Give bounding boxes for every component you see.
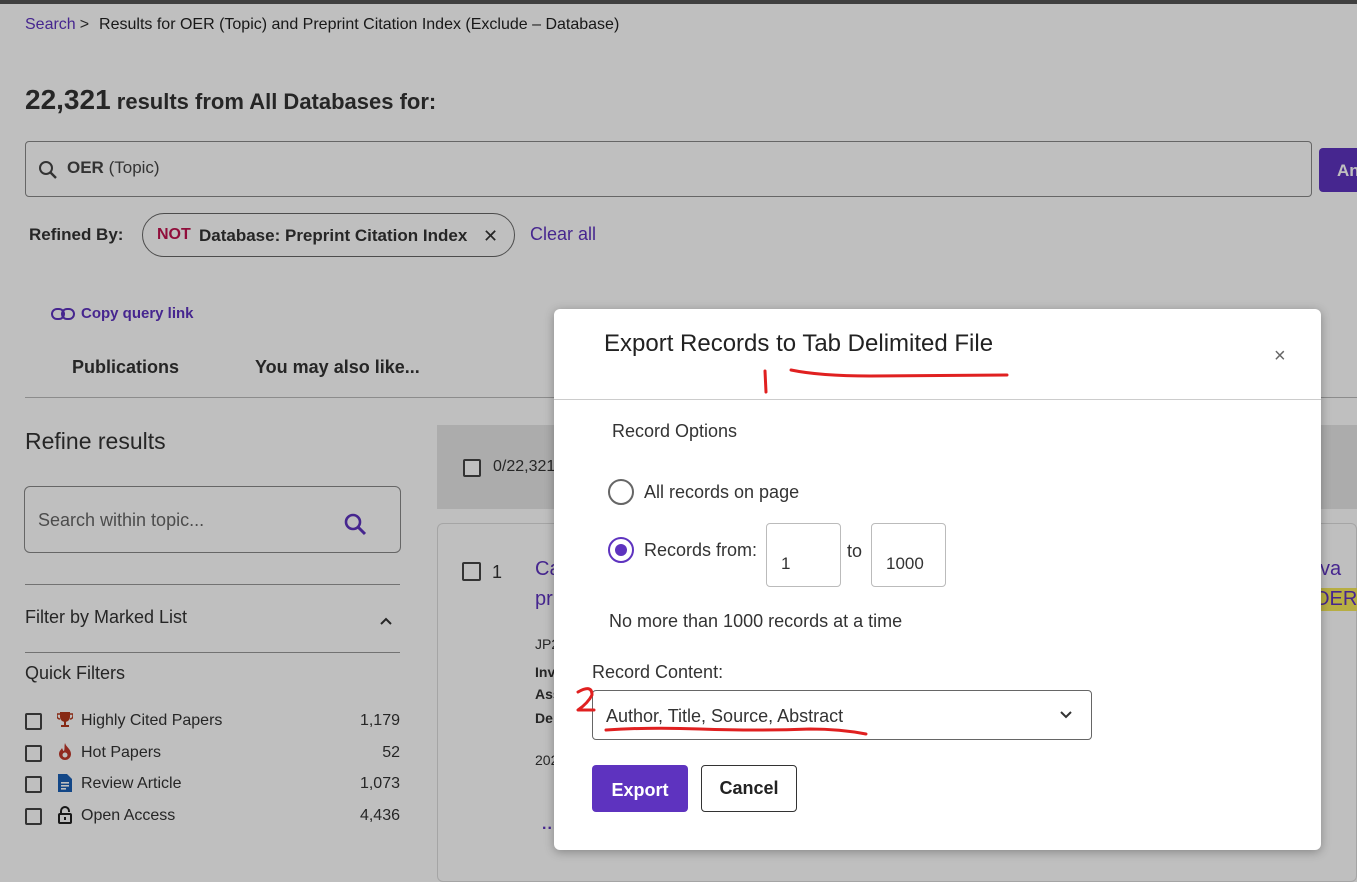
dialog-divider	[554, 399, 1321, 400]
cancel-button[interactable]: Cancel	[701, 765, 797, 812]
radio-all-records-label: All records on page	[644, 482, 800, 502]
radio-all-records[interactable]	[608, 479, 634, 505]
records-to-input[interactable]: 1000	[871, 523, 946, 587]
radio-records-range-label: Records from:	[644, 540, 758, 560]
dialog-title: Export Records to Tab Delimited File	[604, 330, 994, 357]
record-content-select[interactable]: Author, Title, Source, Abstract	[592, 690, 1092, 740]
records-from-input[interactable]: 1	[766, 523, 841, 587]
record-options-title: Record Options	[612, 421, 738, 441]
record-content-label: Record Content:	[592, 662, 724, 682]
range-to-label: to	[847, 541, 863, 561]
close-icon[interactable]: ×	[1274, 345, 1286, 368]
records-limit-note: No more than 1000 records at a time	[609, 611, 903, 631]
records-from-value: 1	[781, 554, 791, 573]
chevron-down-icon	[1060, 711, 1072, 719]
records-to-value: 1000	[886, 554, 924, 573]
radio-records-range[interactable]	[608, 537, 634, 563]
record-content-value: Author, Title, Source, Abstract	[606, 706, 844, 726]
export-dialog: Export Records to Tab Delimited File × R…	[554, 309, 1321, 850]
export-button[interactable]: Export	[592, 765, 688, 812]
